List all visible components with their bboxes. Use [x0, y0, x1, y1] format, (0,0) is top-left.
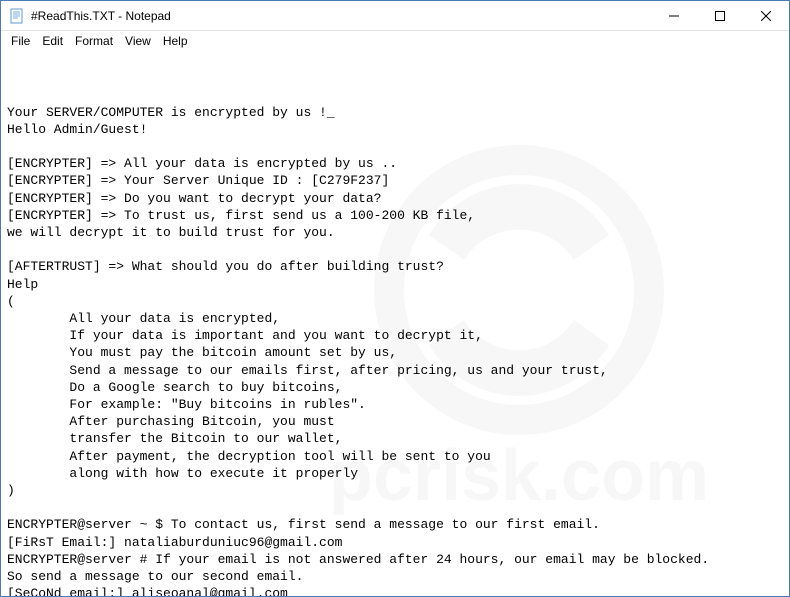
notepad-icon [9, 8, 25, 24]
menu-help[interactable]: Help [157, 33, 194, 49]
menu-file[interactable]: File [5, 33, 36, 49]
text-area[interactable]: pcrisk.com Your SERVER/COMPUTER is encry… [1, 50, 789, 596]
menu-edit[interactable]: Edit [36, 33, 69, 49]
close-button[interactable] [743, 1, 789, 31]
notepad-window: #ReadThis.TXT - Notepad File Edit [0, 0, 790, 597]
menu-format[interactable]: Format [69, 33, 119, 49]
minimize-button[interactable] [651, 1, 697, 31]
window-controls [651, 1, 789, 30]
maximize-icon [715, 11, 725, 21]
titlebar: #ReadThis.TXT - Notepad [1, 1, 789, 31]
menu-view[interactable]: View [119, 33, 157, 49]
window-title: #ReadThis.TXT - Notepad [31, 9, 651, 23]
close-icon [761, 11, 771, 21]
minimize-icon [669, 11, 679, 21]
document-text: Your SERVER/COMPUTER is encrypted by us … [7, 104, 783, 596]
menubar: File Edit Format View Help [1, 31, 789, 50]
maximize-button[interactable] [697, 1, 743, 31]
